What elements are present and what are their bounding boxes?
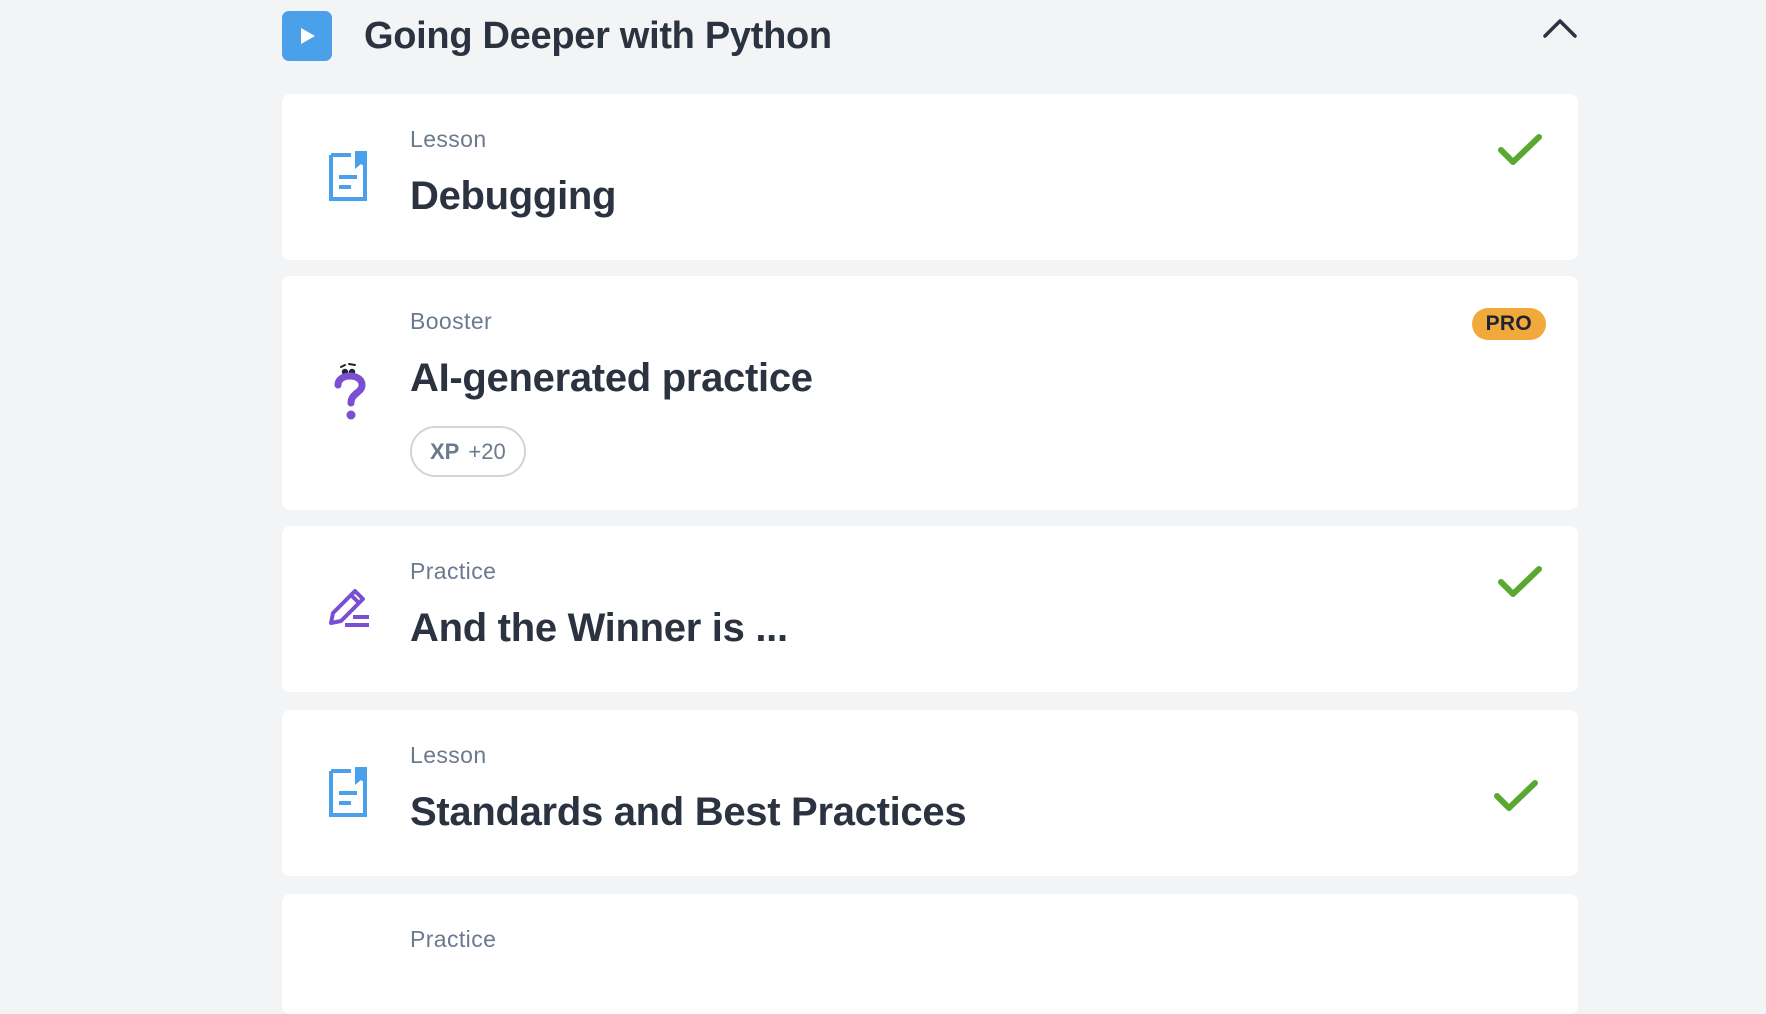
item-title: Standards and Best Practices xyxy=(410,790,967,834)
xp-chip: XP +20 xyxy=(410,426,526,477)
xp-label: XP xyxy=(430,438,460,464)
pro-badge: PRO xyxy=(1471,308,1546,340)
check-icon xyxy=(1492,776,1540,816)
item-type-label: Lesson xyxy=(410,126,487,152)
check-icon xyxy=(1496,130,1544,170)
list-item-debugging[interactable]: Lesson Debugging xyxy=(282,94,1578,260)
section-title: Going Deeper with Python xyxy=(364,14,832,57)
item-type-label: Practice xyxy=(410,558,497,584)
play-icon xyxy=(282,11,332,61)
xp-value: +20 xyxy=(468,438,506,464)
item-title: Debugging xyxy=(410,174,617,218)
section-header[interactable]: Going Deeper with Python xyxy=(282,0,1582,68)
item-type-label: Practice xyxy=(410,926,497,952)
item-title: And the Winner is ... xyxy=(410,606,788,650)
lesson-document-icon xyxy=(324,150,374,201)
list-item-practice[interactable]: Practice xyxy=(282,894,1578,1014)
item-title: AI-generated practice xyxy=(410,356,813,400)
item-type-label: Lesson xyxy=(410,742,487,768)
list-item-ai-generated-practice[interactable]: Booster AI-generated practice PRO XP +20 xyxy=(282,276,1578,510)
lesson-document-icon xyxy=(324,766,374,817)
list-item-and-the-winner-is[interactable]: Practice And the Winner is ... xyxy=(282,526,1578,692)
item-type-label: Booster xyxy=(410,308,493,334)
pencil-icon xyxy=(324,582,374,632)
check-icon xyxy=(1496,562,1544,602)
chevron-up-icon[interactable] xyxy=(1540,8,1580,48)
list-item-standards-and-best-practices[interactable]: Lesson Standards and Best Practices xyxy=(282,710,1578,876)
question-mark-character-icon xyxy=(324,363,374,420)
